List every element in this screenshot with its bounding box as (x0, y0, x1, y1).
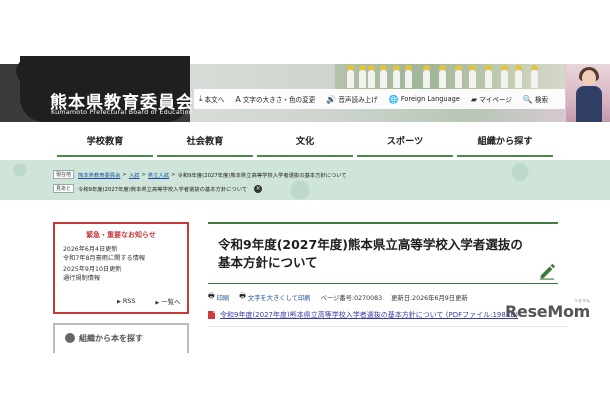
organization-search-box: 組織から本を探す (53, 323, 189, 353)
utility-bar: ⤓ 本文へ A 文字の大きさ・色の変更 🔊 音声読み上げ 🌐 Foreign L… (194, 89, 565, 109)
nav-item-sports[interactable]: スポーツ (357, 129, 453, 157)
breadcrumb: 現在地 熊本県教育委員会 > 入試 > 県立入試 > 令和9年度(2027年度)… (53, 170, 347, 179)
resemom-watermark-kana: リセマム (574, 298, 590, 303)
search-icon: 🔍 (522, 94, 533, 104)
utility-skip-to-content[interactable]: ⤓ 本文へ (199, 94, 224, 104)
organization-search-title[interactable]: 組織から本を探す (79, 333, 143, 344)
organization-icon (65, 333, 75, 343)
list-link[interactable]: ▶ 一覧へ (155, 297, 180, 306)
globe-icon: 🌐 (388, 94, 399, 104)
urgent-notice-footer: ▶ RSS ▶ 一覧へ (55, 297, 187, 306)
news-title[interactable]: 令和7年8月豪雨に関する情報 (63, 254, 187, 263)
nav-item-social-education[interactable]: 社会教育 (157, 129, 253, 157)
news-item[interactable]: 2026年6月4日更新 令和7年8月豪雨に関する情報 (55, 245, 187, 263)
news-date: 2026年6月4日更新 (63, 246, 118, 253)
download-icon: ⤓ (199, 94, 203, 103)
triangle-right-icon: ▶ (155, 300, 160, 306)
utility-foreign-language[interactable]: 🌐 Foreign Language (389, 95, 460, 104)
utility-read-aloud[interactable]: 🔊 音声読み上げ (326, 94, 378, 105)
rss-link[interactable]: ▶ RSS (117, 297, 135, 306)
urgent-notice-box: 緊急・重要なお知らせ 2026年6月4日更新 令和7年8月豪雨に関する情報 20… (53, 222, 189, 314)
utility-search[interactable]: 🔍 検索 (522, 94, 548, 105)
pdf-attachment[interactable]: 令和9年度(2027年度)熊本県立高等学校入学者選抜の基本方針について (PDF… (208, 310, 518, 320)
speaker-icon: 🔊 (326, 94, 337, 104)
triangle-right-icon: ▶ (117, 299, 121, 305)
page-title: 令和9年度(2027年度)熊本県立高等学校入学者選抜の基本方針について (218, 237, 523, 270)
urgent-notice-heading: 緊急・重要なお知らせ (86, 231, 156, 239)
global-nav: 学校教育 社会教育 文化 スポーツ 組織から探す (0, 129, 610, 157)
news-item[interactable]: 2025年9月10日更新 通行規制情報 (55, 265, 187, 283)
pencil-icon (539, 263, 556, 280)
breadcrumb-link-board[interactable]: 熊本県教育委員会 (78, 171, 120, 179)
enlarge-print-icon: 🖶 (239, 292, 246, 300)
page-title-box: 令和9年度(2027年度)熊本県立高等学校入学者選抜の基本方針について (208, 222, 558, 284)
breadcrumb-link-exam[interactable]: 入試 (129, 171, 140, 179)
history-tag: 見あと (53, 184, 75, 193)
nav-item-school-education[interactable]: 学校教育 (57, 129, 153, 157)
breadcrumb-link-prefectural-exam[interactable]: 県立入試 (148, 171, 169, 179)
print-button[interactable]: 🖶 印刷 (208, 292, 229, 303)
nav-item-culture[interactable]: 文化 (257, 129, 353, 157)
breadcrumb-current: 令和9年度(2027年度)熊本県立高等学校入学者選抜の基本方針について (177, 172, 347, 179)
news-date: 2025年9月10日更新 (63, 266, 122, 273)
resemom-watermark: ReseMom (505, 302, 591, 321)
breadcrumb-current-tag: 現在地 (53, 170, 75, 179)
news-title[interactable]: 通行規制情報 (63, 274, 187, 283)
updated-date: 更新日:2026年6月9日更新 (391, 295, 468, 302)
utility-text-size[interactable]: A 文字の大きさ・色の変更 (235, 94, 315, 105)
page: 熊本県教育委員会 Kumamoto Prefectural Board of E… (0, 0, 610, 400)
enlarge-print-button[interactable]: 🖶 文字を大きくして印刷 (239, 292, 310, 303)
folder-icon: ▰ (470, 94, 478, 104)
close-icon[interactable]: × (254, 184, 263, 193)
utility-mypage[interactable]: ▰ マイページ (470, 94, 512, 105)
page-id: ページ番号:0270083 (320, 295, 383, 302)
breadcrumb-band (0, 160, 610, 200)
pdf-icon (208, 311, 215, 319)
org-subtitle: Kumamoto Prefectural Board of Education (51, 108, 194, 116)
header-photo-students (335, 64, 565, 92)
pdf-link[interactable]: 令和9年度(2027年度)熊本県立高等学校入学者選抜の基本方針について (PDF… (220, 310, 518, 320)
printer-icon: 🖶 (208, 292, 215, 300)
nav-item-organization[interactable]: 組織から探す (457, 129, 553, 157)
header-photo-girl (566, 64, 610, 122)
content-divider (208, 326, 568, 327)
text-size-icon: A (235, 94, 241, 104)
history-trail: 見あと 令和9年度(2027年度)熊本県立高等学校入学者選抜の基本方針について … (53, 184, 263, 193)
history-item[interactable]: 令和9年度(2027年度)熊本県立高等学校入学者選抜の基本方針について (78, 185, 247, 193)
